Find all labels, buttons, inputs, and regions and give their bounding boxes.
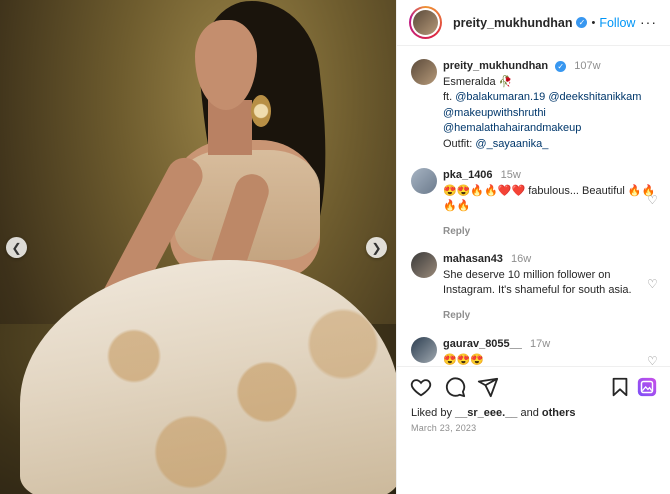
separator-dot: • xyxy=(591,16,596,29)
gallery-icon[interactable] xyxy=(636,376,658,398)
likes-summary: Liked by __sr_eee.__ and others xyxy=(411,407,576,419)
post-side-panel: preity_mukhundhan ✓ • Follow ··· preity_… xyxy=(396,0,670,494)
chevron-right-icon: ❯ xyxy=(371,240,382,255)
more-icon[interactable]: ··· xyxy=(640,14,657,30)
caption-avatar[interactable] xyxy=(411,59,437,85)
caption-outfit: Outfit: xyxy=(443,137,476,150)
post-date: March 23, 2023 xyxy=(411,423,477,433)
previous-image-button[interactable]: ❮ xyxy=(6,237,27,258)
comment-time: 17w xyxy=(529,338,551,350)
post-image[interactable] xyxy=(0,0,396,494)
comment-item: pka_1406 15w 😍😍🔥🔥❤️❤️ fabulous... Beauti… xyxy=(411,168,661,239)
comment-text: She deserve 10 million follower on Insta… xyxy=(443,268,632,297)
comment-username[interactable]: mahasan43 xyxy=(443,253,503,265)
share-icon[interactable] xyxy=(477,376,499,398)
author-username[interactable]: preity_mukhundhan xyxy=(453,16,572,30)
mention-link[interactable]: @makeupwithshruthi xyxy=(443,107,546,119)
follow-button[interactable]: Follow xyxy=(599,16,635,30)
bookmark-icon[interactable] xyxy=(609,376,631,398)
chevron-left-icon: ❮ xyxy=(11,240,22,255)
verified-icon: ✓ xyxy=(576,17,588,28)
photo-skirt xyxy=(20,260,396,494)
mention-link[interactable]: @balakumaran.19 xyxy=(455,91,545,103)
comment-username[interactable]: pka_1406 xyxy=(443,169,493,181)
author-avatar[interactable] xyxy=(409,6,442,39)
caption: preity_mukhundhan ✓ 107w Esmeralda 🥀 ft.… xyxy=(411,59,661,152)
reply-button[interactable]: Reply xyxy=(443,224,661,240)
liked-by-user[interactable]: __sr_eee.__ xyxy=(455,407,517,419)
comment-icon[interactable] xyxy=(444,376,466,398)
comment-avatar[interactable] xyxy=(411,252,437,278)
caption-ft: ft. xyxy=(443,91,456,103)
comment-avatar[interactable] xyxy=(411,168,437,194)
heart-icon[interactable] xyxy=(410,376,432,398)
mention-link[interactable]: @deekshitanikkam xyxy=(548,91,641,103)
liked-by-prefix: Liked by xyxy=(411,407,456,419)
caption-title: Esmeralda 🥀 xyxy=(443,75,513,88)
comment-time: 16w xyxy=(511,253,532,265)
photo-earring xyxy=(251,95,271,127)
comment-text: 😍😍🔥🔥❤️❤️ fabulous... Beautiful 🔥🔥🔥🔥 xyxy=(443,184,656,213)
comment-time: 15w xyxy=(500,169,521,181)
comment-heart-icon[interactable]: ♡ xyxy=(647,355,659,365)
mention-link[interactable]: @_sayaanika_ xyxy=(475,138,548,150)
caption-time: 107w xyxy=(574,60,601,72)
next-image-button[interactable]: ❯ xyxy=(366,237,387,258)
liked-by-mid: and xyxy=(517,407,542,419)
comments-list[interactable]: preity_mukhundhan ✓ 107w Esmeralda 🥀 ft.… xyxy=(397,47,670,365)
mention-link[interactable]: @hemalathahairandmakeup xyxy=(443,122,581,134)
comment-text: 😍😍😍 xyxy=(443,353,485,366)
post-header: preity_mukhundhan ✓ • Follow ··· xyxy=(397,0,670,46)
comment-avatar[interactable] xyxy=(411,337,437,363)
reply-button[interactable]: Reply xyxy=(443,308,661,324)
caption-username[interactable]: preity_mukhundhan xyxy=(443,60,548,72)
comment-heart-icon[interactable]: ♡ xyxy=(647,278,659,290)
liked-by-others[interactable]: others xyxy=(542,407,576,419)
comment-username[interactable]: gaurav_8055__ xyxy=(443,338,522,350)
comment-heart-icon[interactable]: ♡ xyxy=(647,194,659,206)
comment-item: gaurav_8055__ 17w 😍😍😍 ♡ xyxy=(411,337,661,365)
comment-item: mahasan43 16w She deserve 10 million fol… xyxy=(411,252,661,323)
action-bar: Liked by __sr_eee.__ and others March 23… xyxy=(397,366,670,494)
verified-icon: ✓ xyxy=(555,61,567,72)
